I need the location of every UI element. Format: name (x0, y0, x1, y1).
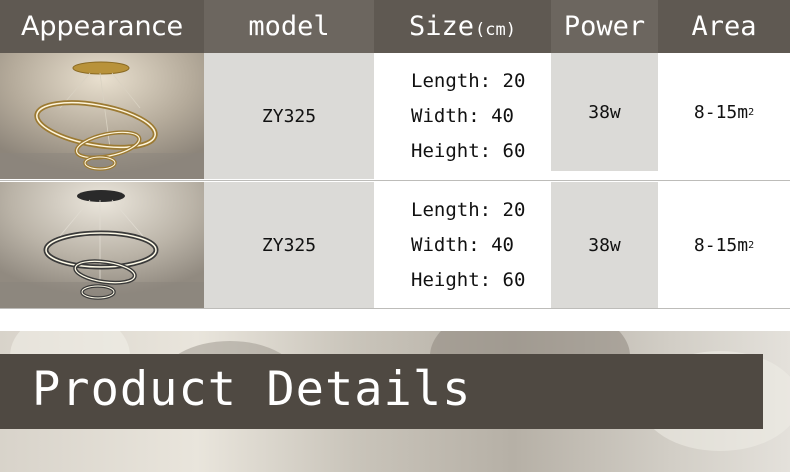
length-value: Length: 20 (411, 69, 526, 92)
length-value: Length: 20 (411, 198, 526, 221)
header-area-label: Area (691, 11, 757, 42)
row-divider (0, 180, 790, 181)
area-cell: 8-15m 2 (658, 182, 790, 308)
power-value: 38w (588, 101, 621, 123)
header-area: Area (658, 0, 790, 53)
model-cell: ZY325 (204, 53, 374, 179)
area-cell: 8-15m 2 (658, 53, 790, 171)
area-superscript: 2 (748, 106, 755, 118)
area-superscript: 2 (748, 239, 755, 251)
width-value: Width: 40 (411, 104, 514, 127)
header-power: Power (551, 0, 658, 53)
area-value: 8-15m (693, 234, 749, 256)
product-image-black (0, 182, 204, 308)
area-value: 8-15m (693, 101, 749, 123)
table-bottom-border (0, 308, 790, 309)
header-size-label: Size (409, 11, 475, 42)
model-cell: ZY325 (204, 182, 374, 308)
header-appearance-label: Appearance (20, 11, 184, 42)
size-cell: Length: 20 Width: 40 Height: 60 (374, 182, 551, 308)
height-value: Height: 60 (411, 268, 526, 291)
size-cell: Length: 20 Width: 40 Height: 60 (374, 53, 551, 179)
power-cell: 38w (551, 182, 658, 308)
height-value: Height: 60 (411, 139, 526, 162)
model-value: ZY325 (261, 234, 317, 256)
power-value: 38w (588, 234, 621, 256)
header-power-label: Power (563, 11, 646, 42)
header-appearance: Appearance (0, 0, 204, 53)
product-details-title: Product Details (32, 362, 472, 417)
model-value: ZY325 (261, 105, 317, 127)
product-image-gold (0, 53, 204, 179)
header-size: Size (cm) (374, 0, 551, 53)
width-value: Width: 40 (411, 233, 514, 256)
header-model: model (204, 0, 374, 53)
power-cell: 38w (551, 53, 658, 171)
header-size-unit: (cm) (475, 19, 516, 40)
header-model-label: model (248, 11, 330, 42)
